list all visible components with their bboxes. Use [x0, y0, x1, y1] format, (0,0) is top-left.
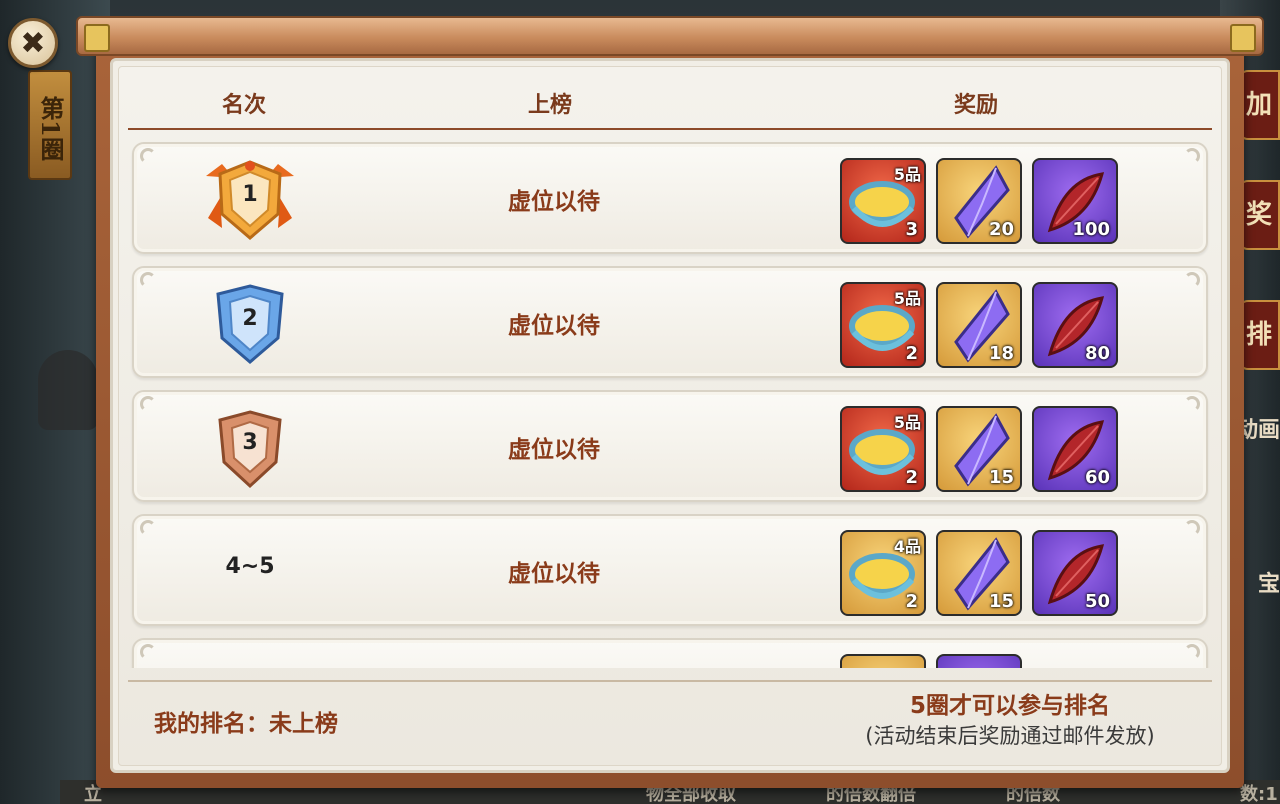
round-banner: 第1圈	[28, 70, 72, 180]
corner-ornament	[1184, 148, 1200, 164]
ranking-row-1: 1 虚位以待 5品 3 20 100	[132, 142, 1208, 254]
rank-label: 4~5	[225, 554, 275, 579]
footer-divider	[128, 680, 1212, 682]
my-rank-text: 我的排名：未上榜	[154, 711, 338, 737]
ranking-requirement-text: 5圈才可以参与排名	[909, 693, 1110, 719]
ranking-row-3: 3 虚位以待 5品 2 15 60	[132, 390, 1208, 502]
bottom-text-5: 数:1	[1240, 784, 1278, 804]
dialog-top-rod	[76, 16, 1264, 56]
ranking-row-2: 2 虚位以待 5品 2 18 80	[132, 266, 1208, 378]
reward-grade: 5品	[893, 413, 921, 432]
corner-ornament	[140, 520, 156, 536]
corner-ornament	[1184, 644, 1200, 660]
status-text: 虚位以待	[508, 437, 600, 463]
reward-item[interactable]: 5品 3	[840, 158, 926, 244]
reward-count: 2	[905, 467, 918, 488]
reward-item[interactable]: 5品 2	[840, 406, 926, 492]
close-button[interactable]: ✖	[8, 18, 58, 68]
corner-ornament	[1184, 272, 1200, 288]
reward-item[interactable]: 5品 2	[840, 282, 926, 368]
rank-label: 1	[242, 182, 258, 207]
corner-ornament	[140, 396, 156, 412]
ranking-row-4-5: 4~5 虚位以待 4品 2 15 50	[132, 514, 1208, 626]
reward-count: 20	[988, 219, 1014, 240]
reward-count: 80	[1084, 343, 1110, 364]
reward-count: 2	[905, 591, 918, 612]
corner-ornament	[140, 272, 156, 288]
rank-label: 2	[242, 306, 258, 331]
reward-count: 15	[988, 467, 1014, 488]
ranking-list[interactable]: 1 虚位以待 5品 3 20 100 2 虚位以待 5品 2 18 80 3 虚…	[128, 140, 1212, 668]
reward-item[interactable]: 18	[936, 282, 1022, 368]
reward-item[interactable]: 60	[1032, 406, 1118, 492]
corner-ornament	[140, 644, 156, 660]
side-button-rank[interactable]: 排	[1238, 300, 1280, 370]
reward-count: 100	[1072, 219, 1110, 240]
close-icon: ✖	[20, 25, 46, 61]
background-character	[38, 350, 98, 430]
rank-label: 3	[242, 430, 258, 455]
reward-count: 3	[905, 219, 918, 240]
status-text: 虚位以待	[508, 189, 600, 215]
reward-item[interactable]: 100	[1032, 158, 1118, 244]
reward-count: 50	[1084, 591, 1110, 612]
corner-ornament	[1184, 520, 1200, 536]
header-listed: 上榜	[527, 93, 572, 118]
status-text: 虚位以待	[508, 561, 600, 587]
reward-count: 2	[905, 343, 918, 364]
reward-count: 18	[988, 343, 1014, 364]
reward-item[interactable]: 15	[936, 406, 1022, 492]
header-divider	[128, 128, 1212, 130]
side-text-treasure: 宝	[1257, 572, 1280, 597]
reward-grade: 4品	[893, 537, 921, 556]
reward-count: 60	[1084, 467, 1110, 488]
reward-mail-note: (活动结束后奖励通过邮件发放)	[865, 724, 1155, 748]
corner-ornament	[1184, 396, 1200, 412]
header-reward: 奖励	[953, 93, 998, 118]
corner-ornament	[140, 148, 156, 164]
reward-item[interactable]: 4品 2	[840, 530, 926, 616]
reward-item[interactable]	[936, 654, 1022, 668]
reward-item[interactable]	[840, 654, 926, 668]
reward-grade: 5品	[893, 165, 921, 184]
reward-item[interactable]: 50	[1032, 530, 1118, 616]
reward-item[interactable]: 20	[936, 158, 1022, 244]
reward-grade: 5品	[893, 289, 921, 308]
reward-item[interactable]: 15	[936, 530, 1022, 616]
side-button-add[interactable]: 加	[1238, 70, 1280, 140]
reward-item[interactable]: 80	[1032, 282, 1118, 368]
header-rank: 名次	[221, 93, 266, 118]
reward-count: 15	[988, 591, 1014, 612]
ranking-row-partial	[132, 638, 1208, 668]
status-text: 虚位以待	[508, 313, 600, 339]
side-button-reward[interactable]: 奖	[1238, 180, 1280, 250]
